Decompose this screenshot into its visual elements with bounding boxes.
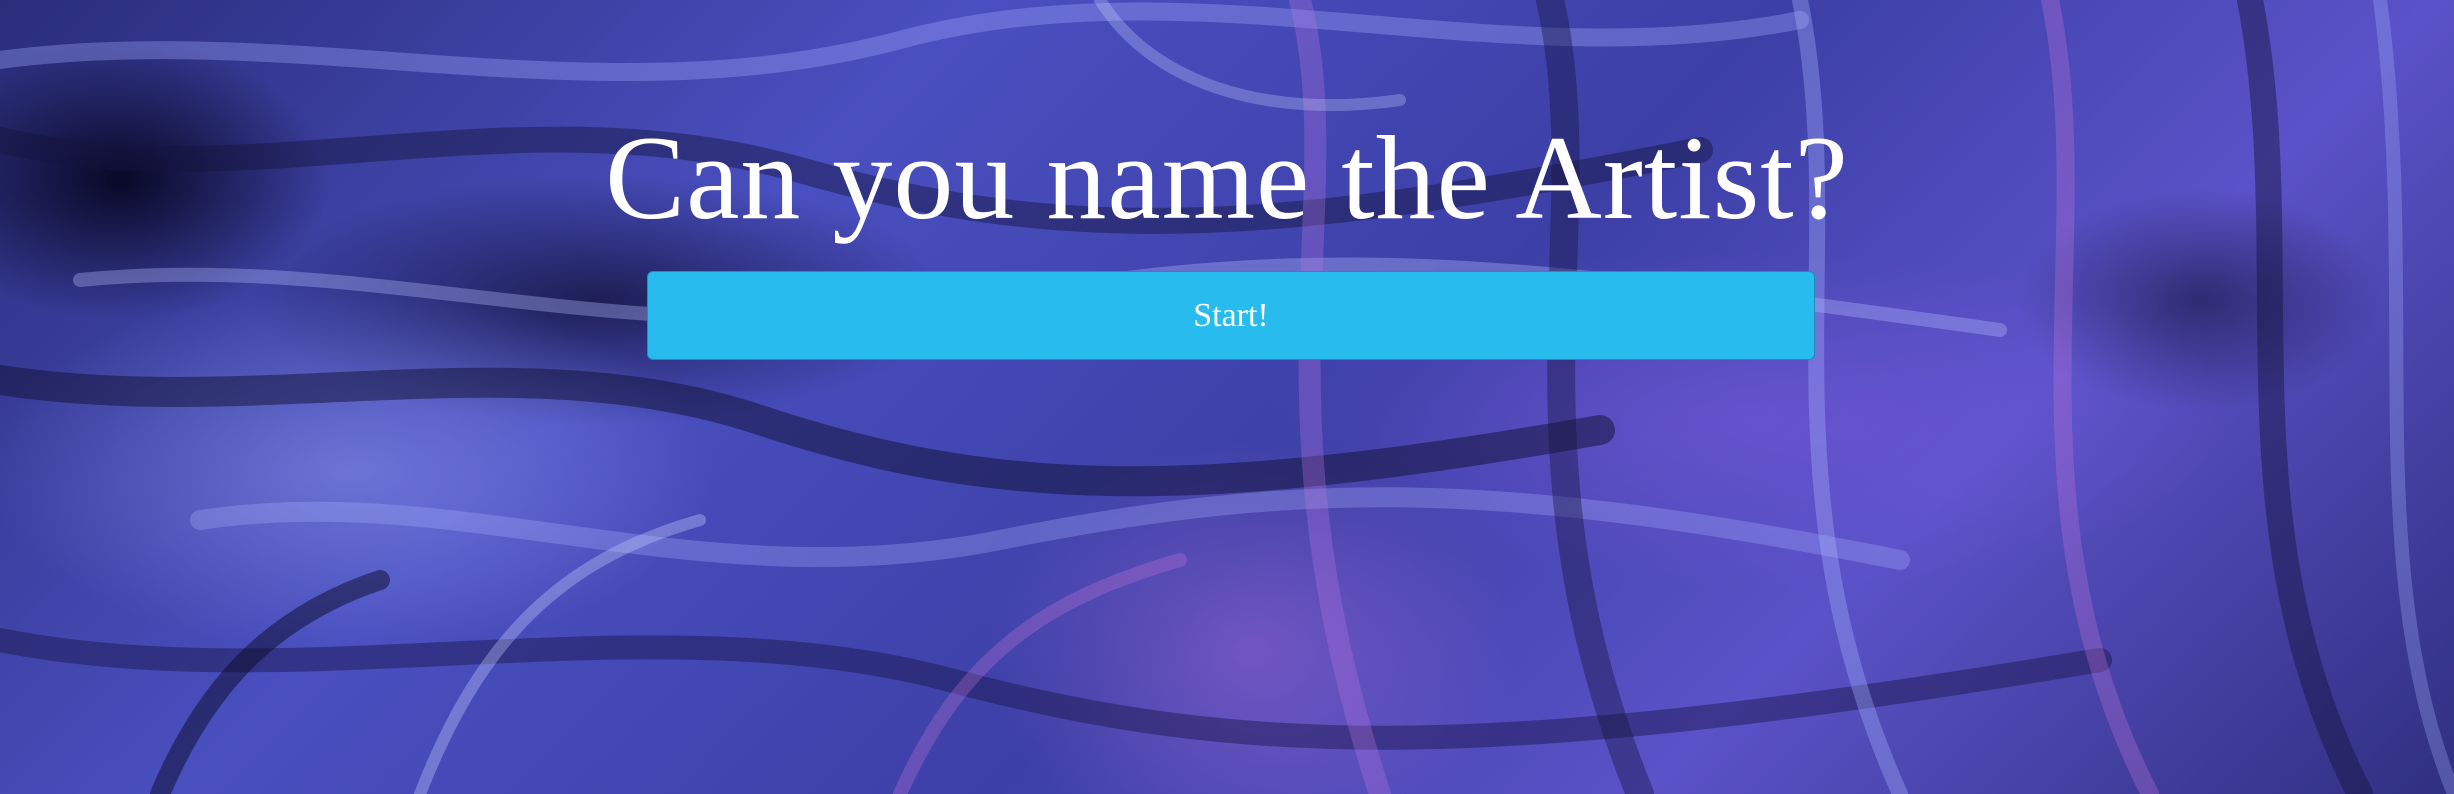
- main-content: Can you name the Artist? Start!: [0, 0, 2454, 794]
- start-button[interactable]: Start!: [647, 271, 1815, 360]
- page-title: Can you name the Artist?: [605, 111, 1849, 244]
